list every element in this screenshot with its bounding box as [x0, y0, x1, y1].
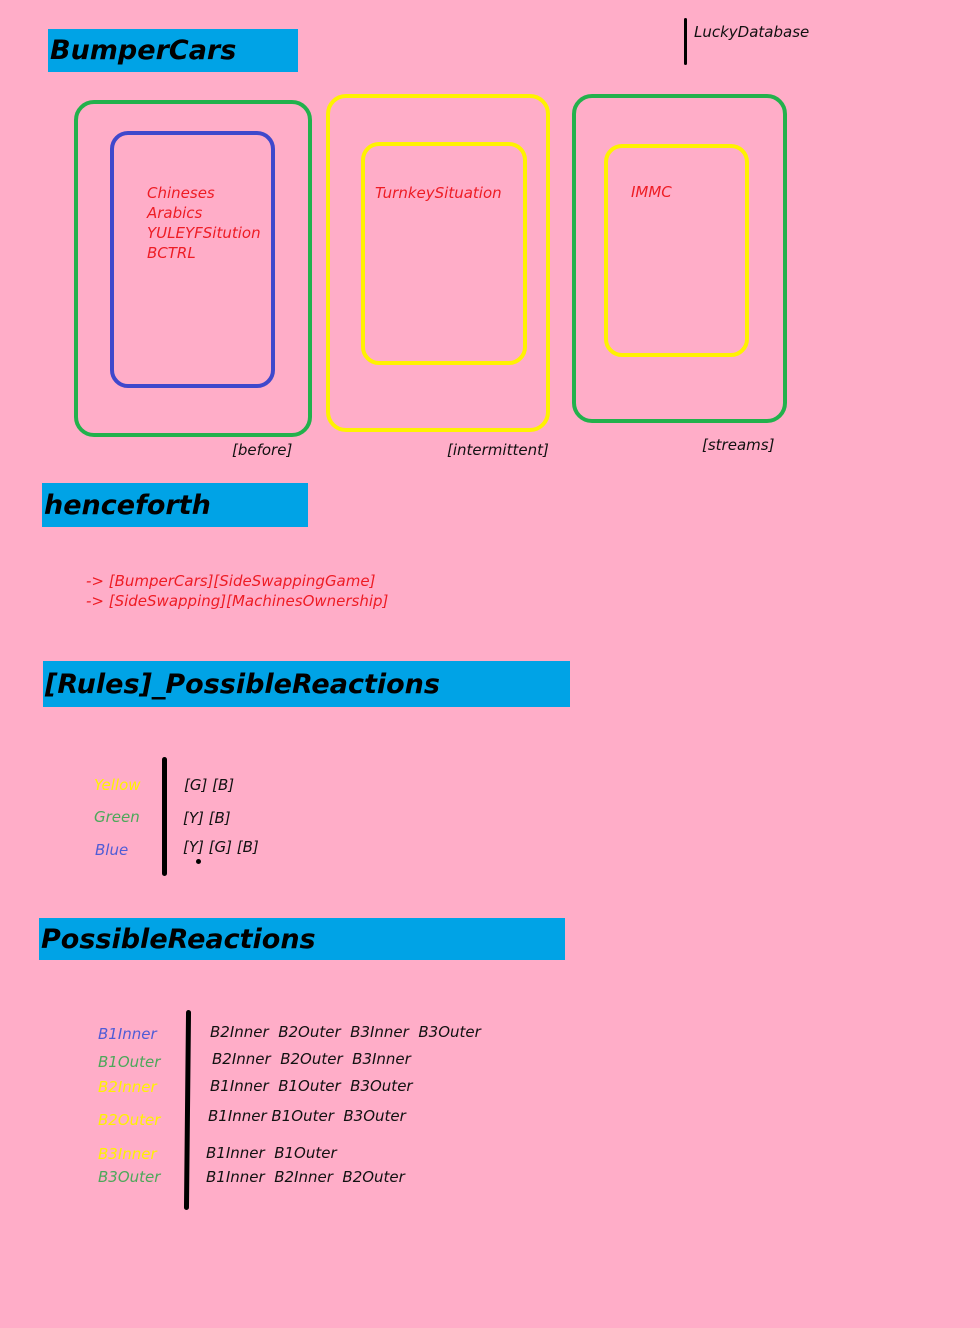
reaction-value-b3inner: B1Inner B1Outer [206, 1144, 337, 1162]
box3-caption: [streams] [702, 436, 775, 454]
reaction-value-b1outer: B2Inner B2Outer B3Inner [212, 1050, 411, 1068]
bumper-cars-title: BumperCars [48, 29, 298, 72]
box2-caption: [intermittent] [447, 441, 549, 459]
henceforth-line: -> [BumperCars][SideSwappingGame] [86, 572, 376, 590]
reaction-label-b1outer: B1Outer [98, 1053, 161, 1071]
box2-inner-yellow [361, 142, 527, 365]
henceforth-line: -> [SideSwapping][MachinesOwnership] [86, 592, 389, 610]
rules-title: [Rules]_PossibleReactions [43, 661, 570, 707]
reaction-label-b2outer: B2Outer [98, 1111, 161, 1129]
rules-value-blue: [Y] [G] [B] [183, 838, 259, 856]
box1-item: YULEYFSitution [147, 224, 261, 242]
henceforth-title: henceforth [42, 483, 308, 527]
reaction-label-b3inner: B3Inner [98, 1145, 157, 1163]
reaction-label-b3outer: B3Outer [98, 1168, 161, 1186]
rules-value-yellow: [G] [B] [184, 776, 235, 794]
rules-label-yellow: Yellow [94, 776, 141, 794]
rules-label-blue: Blue [95, 841, 129, 859]
box3-inner-yellow [604, 144, 749, 357]
reaction-value-b2inner: B1Inner B1Outer B3Outer [210, 1077, 413, 1095]
box1-item: Arabics [147, 204, 203, 222]
box2-item: TurnkeySituation [375, 184, 502, 202]
box1-item: Chineses [147, 184, 215, 202]
possible-reactions-title: PossibleReactions [39, 918, 565, 960]
box1-item-list: Chineses Arabics YULEYFSitution BCTRL [147, 183, 261, 263]
reaction-value-b1inner: B2Inner B2Outer B3Inner B3Outer [210, 1023, 481, 1041]
box1-item: BCTRL [147, 244, 196, 262]
rules-label-green: Green [94, 808, 140, 826]
henceforth-list: -> [BumperCars][SideSwappingGame] -> [Si… [86, 571, 388, 611]
reaction-value-b3outer: B1Inner B2Inner B2Outer [206, 1168, 405, 1186]
rules-divider [162, 757, 167, 876]
box1-caption: [before] [232, 441, 293, 459]
rules-value-green: [Y] [B] [183, 809, 231, 827]
reaction-label-b2inner: B2Inner [98, 1078, 157, 1096]
database-divider [684, 18, 687, 65]
stray-dot [196, 859, 201, 864]
reactions-divider [183, 1009, 192, 1211]
reaction-value-b2outer: B1Inner B1Outer B3Outer [208, 1107, 406, 1125]
database-label: LuckyDatabase [694, 23, 810, 41]
reaction-label-b1inner: B1Inner [98, 1025, 157, 1043]
box3-item: IMMC [631, 183, 672, 201]
